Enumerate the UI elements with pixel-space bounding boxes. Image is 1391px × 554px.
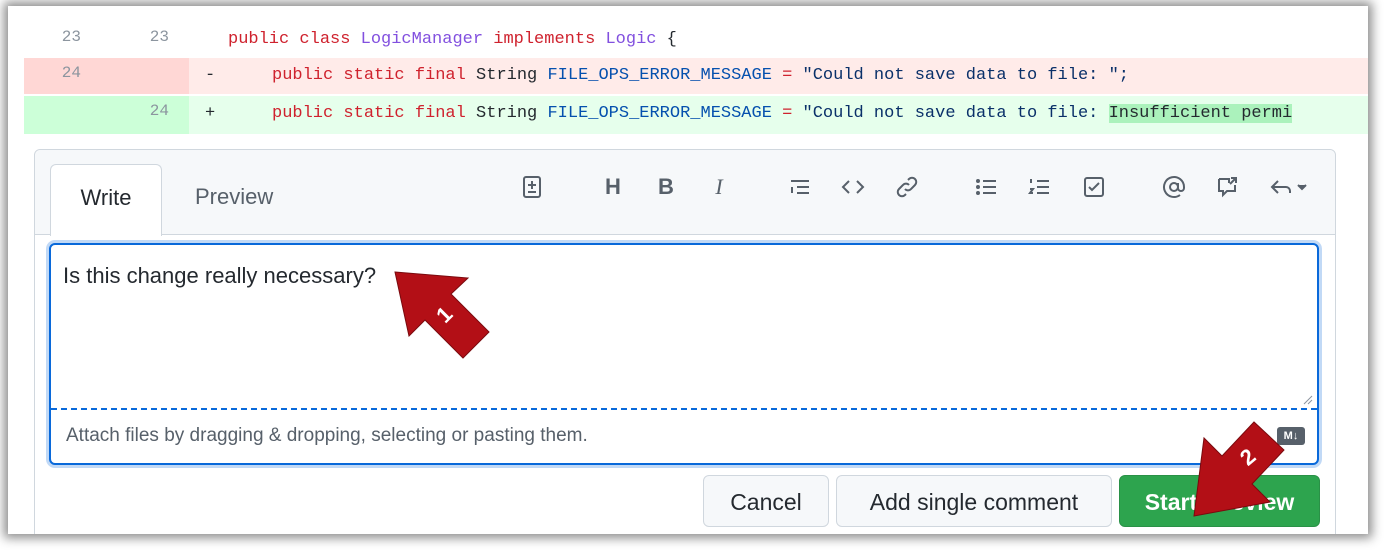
tab-preview[interactable]: Preview [195, 164, 273, 230]
quote-icon[interactable] [785, 172, 815, 202]
heading-icon[interactable]: H [598, 172, 628, 202]
attach-files-hint[interactable]: Attach files by dragging & dropping, sel… [66, 425, 588, 447]
screenshot-frame: 23 23 public class LogicManager implemen… [8, 6, 1368, 534]
diff-context-row: 23 23 public class LogicManager implemen… [24, 22, 1368, 58]
diff-added-row: 24 + public static final String FILE_OPS… [24, 96, 1368, 134]
attach-divider [51, 408, 1317, 410]
task-list-icon[interactable] [1079, 172, 1109, 202]
annotation-arrow-1: 1 [394, 271, 490, 359]
comment-form: Write Preview H B I Is this change reall… [34, 149, 1336, 534]
bullet-list-icon[interactable] [972, 172, 1002, 202]
comment-editor: Attach files by dragging & dropping, sel… [49, 243, 1319, 465]
code-line: public static final String FILE_OPS_ERRO… [272, 104, 1293, 123]
new-line-number[interactable]: 24 [124, 96, 169, 132]
comment-tab-bar: Write Preview H B I [35, 150, 1335, 236]
bold-icon[interactable]: B [651, 172, 681, 202]
cross-reference-icon[interactable] [1212, 172, 1242, 202]
code-line: public class LogicManager implements Log… [228, 30, 677, 49]
italic-icon[interactable]: I [704, 172, 734, 202]
diff-deleted-row: 24 - public static final String FILE_OPS… [24, 58, 1368, 94]
diff-icon[interactable] [517, 172, 547, 202]
new-line-number[interactable]: 23 [124, 22, 169, 58]
annotation-arrow-2: 2 [1193, 421, 1285, 517]
old-line-number[interactable]: 24 [36, 58, 81, 94]
link-icon[interactable] [892, 172, 922, 202]
tab-write[interactable]: Write [50, 164, 162, 236]
diff-sign: - [205, 66, 216, 85]
code-line: public static final String FILE_OPS_ERRO… [272, 66, 1129, 85]
cancel-button[interactable]: Cancel [703, 475, 829, 527]
mention-icon[interactable] [1159, 172, 1189, 202]
old-line-number[interactable]: 23 [36, 22, 81, 58]
add-single-comment-button[interactable]: Add single comment [836, 475, 1112, 527]
resize-handle-icon[interactable] [1301, 393, 1313, 405]
code-icon[interactable] [838, 172, 868, 202]
diff-sign: + [205, 104, 216, 123]
numbered-list-icon[interactable] [1025, 172, 1055, 202]
reply-icon[interactable] [1265, 172, 1315, 202]
comment-textarea[interactable] [63, 263, 1293, 403]
